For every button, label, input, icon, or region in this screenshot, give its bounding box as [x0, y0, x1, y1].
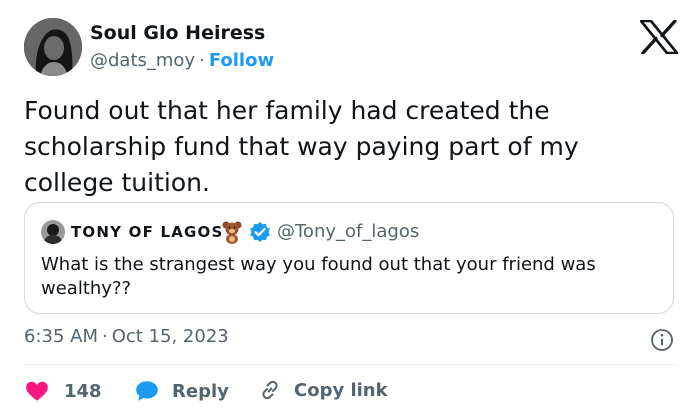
- tweet-time[interactable]: 6:35 AM: [24, 326, 98, 347]
- author-display-name[interactable]: Soul Glo Heiress: [90, 22, 265, 44]
- like-button[interactable]: 148: [24, 378, 102, 404]
- reply-button[interactable]: Reply: [134, 378, 229, 404]
- reply-bubble-icon: [136, 381, 158, 401]
- quoted-author-name: TONY OF LAGOS: [71, 223, 224, 241]
- x-logo-icon[interactable]: [640, 20, 678, 54]
- tweet-text: Found out that her family had created th…: [24, 96, 579, 197]
- quoted-author-avatar: [41, 220, 65, 244]
- copy-link-button[interactable]: Copy link: [258, 378, 388, 402]
- teddy-bear-icon: [222, 221, 242, 244]
- author-handle[interactable]: @dats_moy: [90, 50, 195, 71]
- tweet-date[interactable]: Oct 15, 2023: [112, 326, 229, 347]
- tweet-timestamp[interactable]: 6:35 AM · Oct 15, 2023: [24, 326, 229, 347]
- like-count: 148: [64, 380, 102, 402]
- author-handle-row: @dats_moy · Follow: [90, 50, 274, 71]
- quoted-author-handle: @Tony_of_lagos: [277, 221, 420, 242]
- info-icon[interactable]: [650, 328, 674, 352]
- author-avatar[interactable]: [24, 18, 82, 76]
- handle-separator: ·: [199, 50, 205, 71]
- copy-link-label: Copy link: [294, 379, 388, 401]
- heart-icon: [26, 381, 48, 401]
- reply-label: Reply: [172, 380, 229, 402]
- divider: [24, 364, 676, 365]
- link-icon: [262, 380, 278, 400]
- quoted-tweet-text: What is the strangest way you found out …: [41, 254, 596, 299]
- timestamp-separator: ·: [102, 326, 108, 347]
- follow-button[interactable]: Follow: [209, 50, 274, 71]
- verified-badge-icon: [250, 222, 270, 242]
- quoted-tweet-card[interactable]: TONY OF LAGOS @Tony_of_lagos What is the…: [24, 202, 674, 314]
